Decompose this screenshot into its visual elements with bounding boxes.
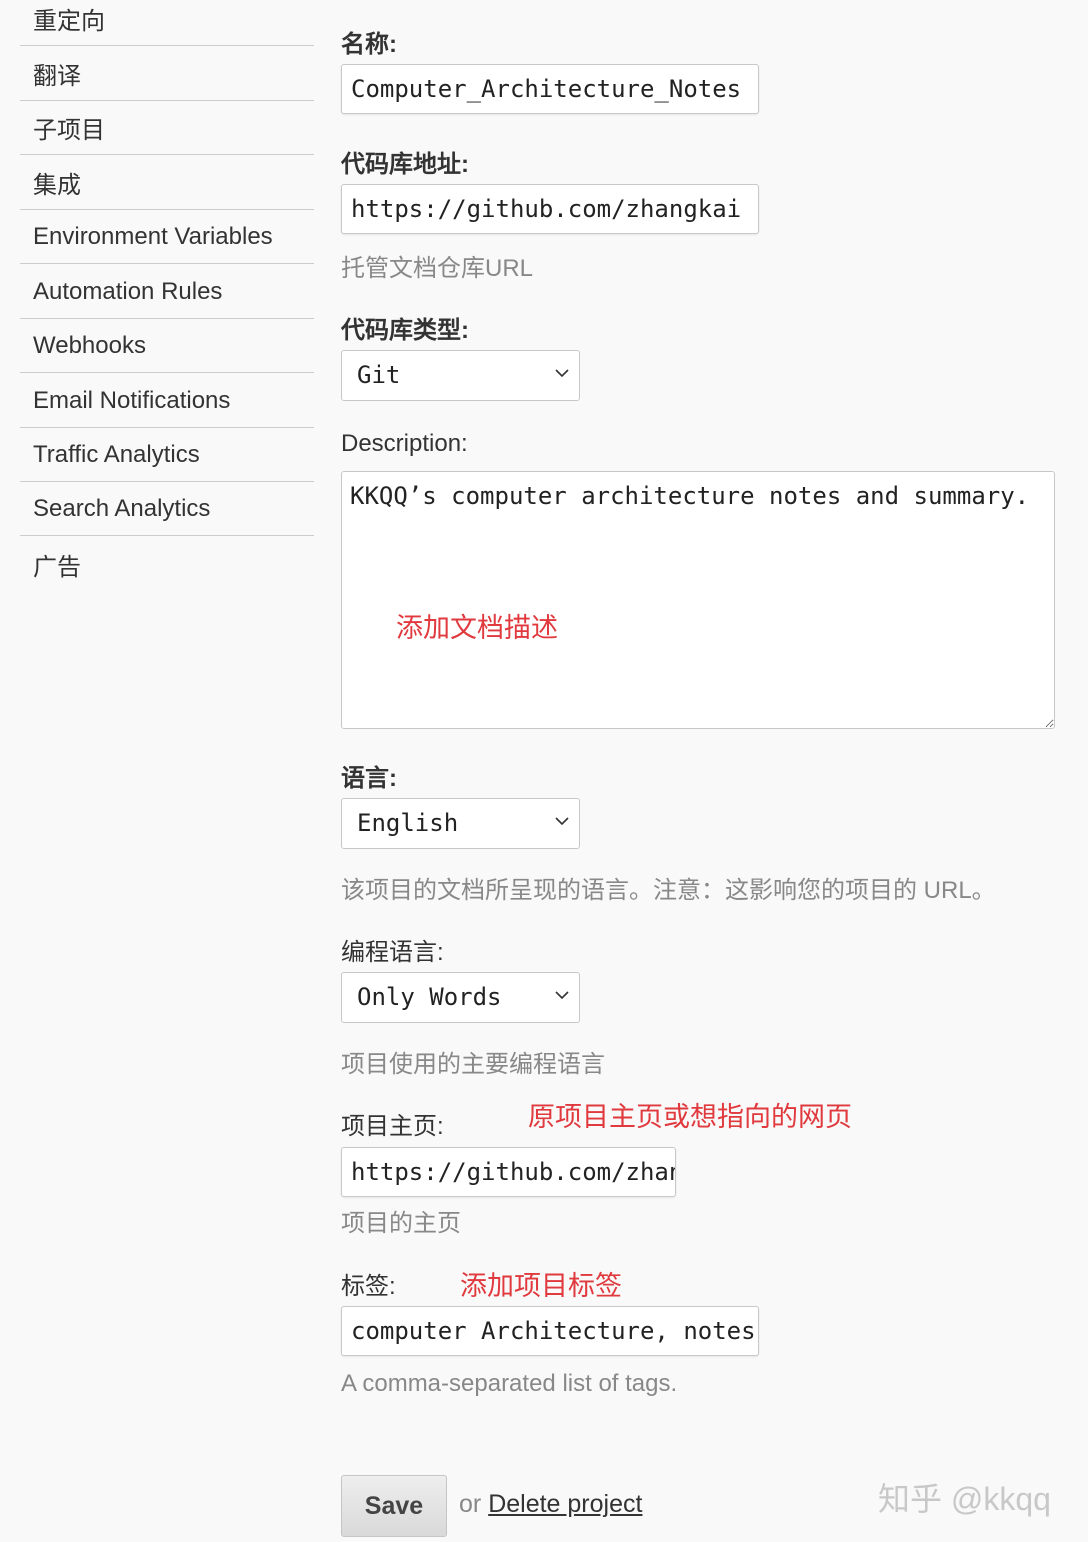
homepage-help: 项目的主页 [341,1210,461,1237]
repo-type-label: 代码库类型: [341,317,469,344]
sidebar-item-label: 重定向 [33,8,105,35]
sidebar-item-label: Webhooks [33,331,146,359]
sidebar-item-label: 翻译 [33,63,81,90]
chevron-down-icon [555,991,569,1000]
repo-url-help: 托管文档仓库URL [341,255,534,282]
sidebar-item-label: Search Analytics [33,494,211,522]
language-value: English [357,809,459,837]
sidebar-item-automation-rules[interactable]: Automation Rules [20,265,314,319]
repo-url-input[interactable]: https://github.com/zhangkai [341,184,759,234]
name-label: 名称: [341,31,397,58]
description-annotation: 添加文档描述 [396,613,558,643]
programming-language-label: 编程语言: [341,939,444,966]
sidebar-item-environment-variables[interactable]: Environment Variables [20,210,314,264]
sidebar-item-label: 广告 [33,553,81,581]
or-text: or [459,1490,482,1518]
tags-annotation: 添加项目标签 [460,1271,622,1301]
sidebar-item-webhooks[interactable]: Webhooks [20,319,314,373]
language-label: 语言: [341,765,397,792]
repo-type-value: Git [357,361,401,389]
chevron-down-icon [555,817,569,826]
sidebar-item-label: Environment Variables [33,222,273,250]
chevron-down-icon [555,369,569,378]
delete-project-link[interactable]: Delete project [488,1490,642,1518]
save-button[interactable]: Save [341,1475,447,1537]
repo-url-label: 代码库地址: [341,151,469,178]
description-label: Description: [341,430,468,457]
homepage-input[interactable]: https://github.com/zhangkai [341,1147,676,1197]
programming-language-value: Only Words [357,983,502,1011]
tags-help: A comma-separated list of tags. [341,1370,678,1397]
language-select[interactable]: English [341,798,580,849]
programming-language-help: 项目使用的主要编程语言 [341,1051,605,1078]
sidebar-item-ads[interactable]: 广告 [20,537,314,591]
sidebar-item-translations[interactable]: 翻译 [20,47,314,101]
language-help: 该项目的文档所呈现的语言。注意：这影响您的项目的 URL。 [341,877,996,904]
sidebar-item-search-analytics[interactable]: Search Analytics [20,482,314,536]
repo-type-select[interactable]: Git [341,350,580,401]
name-input[interactable]: Computer_Architecture_Notes [341,64,759,114]
sidebar-item-email-notifications[interactable]: Email Notifications [20,374,314,428]
sidebar-item-redirects[interactable]: 重定向 [20,0,314,46]
sidebar-item-label: Traffic Analytics [33,440,200,468]
sidebar-item-label: Automation Rules [33,277,223,305]
delete-row: or Delete project [459,1490,642,1519]
description-textarea[interactable]: KKQQ’s computer architecture notes and s… [341,471,1055,729]
watermark: 知乎 @kkqq [878,1481,1051,1517]
tags-label: 标签: [341,1273,396,1300]
sidebar-item-label: Email Notifications [33,386,231,414]
sidebar-item-integrations[interactable]: 集成 [20,156,314,210]
sidebar-item-subprojects[interactable]: 子项目 [20,101,314,155]
sidebar-item-traffic-analytics[interactable]: Traffic Analytics [20,428,314,482]
tags-input[interactable]: computer Architecture, notes [341,1306,759,1356]
programming-language-select[interactable]: Only Words [341,972,580,1023]
homepage-annotation: 原项目主页或想指向的网页 [528,1102,852,1132]
sidebar-item-label: 子项目 [33,117,105,144]
homepage-label: 项目主页: [341,1113,444,1140]
sidebar-item-label: 集成 [33,172,81,199]
